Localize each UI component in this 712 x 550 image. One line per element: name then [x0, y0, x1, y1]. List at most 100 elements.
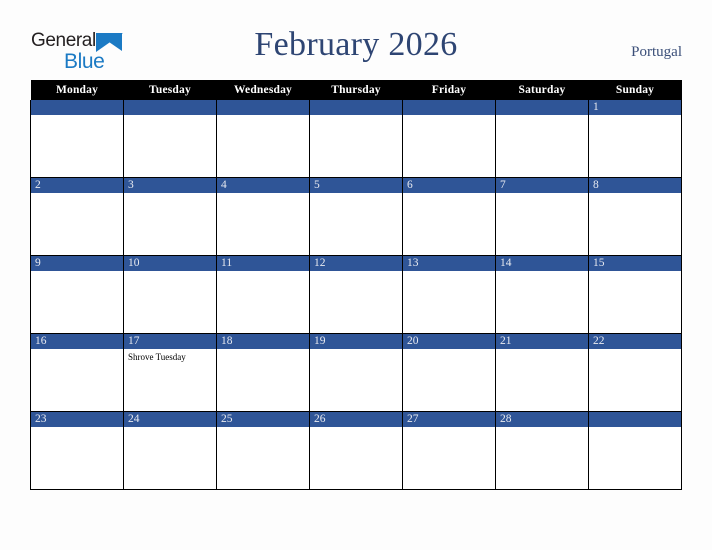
day-events — [217, 115, 309, 118]
day-events — [31, 427, 123, 430]
day-cell[interactable] — [123, 100, 217, 178]
day-cell[interactable]: 2 — [30, 177, 124, 256]
day-cell[interactable]: 21 — [495, 333, 589, 412]
day-number: 21 — [496, 334, 588, 349]
day-events — [310, 193, 402, 196]
day-cell[interactable]: 14 — [495, 255, 589, 334]
day-events — [310, 115, 402, 118]
day-cell[interactable]: 19 — [309, 333, 403, 412]
day-events — [403, 271, 495, 274]
day-cell[interactable]: 8 — [588, 177, 682, 256]
day-events — [31, 349, 123, 352]
day-events — [496, 349, 588, 352]
day-number — [496, 100, 588, 115]
day-events — [310, 271, 402, 274]
day-cell[interactable] — [588, 411, 682, 490]
event-label: Shrove Tuesday — [128, 352, 186, 362]
day-events — [310, 427, 402, 430]
day-events — [403, 115, 495, 118]
calendar-page: General Blue February 2026 Portugal Mond… — [0, 0, 712, 550]
day-events — [217, 349, 309, 352]
day-events — [217, 193, 309, 196]
calendar-week-row: 2 3 4 5 6 7 8 — [30, 177, 682, 256]
day-cell[interactable]: 13 — [402, 255, 496, 334]
day-cell[interactable]: 27 — [402, 411, 496, 490]
day-cell[interactable]: 17 Shrove Tuesday — [123, 333, 217, 412]
day-number: 4 — [217, 178, 309, 193]
weekday-header-thursday: Thursday — [309, 80, 403, 100]
day-cell[interactable]: 23 — [30, 411, 124, 490]
weekday-header-wednesday: Wednesday — [216, 80, 310, 100]
day-number: 20 — [403, 334, 495, 349]
day-events — [124, 271, 216, 274]
day-cell[interactable]: 18 — [216, 333, 310, 412]
day-number: 17 — [124, 334, 216, 349]
day-events — [496, 271, 588, 274]
day-number — [403, 100, 495, 115]
day-cell[interactable]: 12 — [309, 255, 403, 334]
day-number: 18 — [217, 334, 309, 349]
day-cell[interactable]: 3 — [123, 177, 217, 256]
page-header: General Blue February 2026 Portugal — [0, 0, 712, 80]
day-number: 15 — [589, 256, 681, 271]
day-number: 23 — [31, 412, 123, 427]
day-events — [496, 193, 588, 196]
day-events — [589, 271, 681, 274]
day-cell[interactable] — [216, 100, 310, 178]
day-number: 6 — [403, 178, 495, 193]
day-number: 19 — [310, 334, 402, 349]
day-number: 27 — [403, 412, 495, 427]
day-cell[interactable]: 24 — [123, 411, 217, 490]
day-cell[interactable]: 11 — [216, 255, 310, 334]
day-cell[interactable]: 16 — [30, 333, 124, 412]
country-label: Portugal — [631, 44, 682, 60]
day-events — [403, 349, 495, 352]
day-cell[interactable]: 26 — [309, 411, 403, 490]
day-events — [124, 427, 216, 430]
day-cell[interactable]: 22 — [588, 333, 682, 412]
weekday-header-row: Monday Tuesday Wednesday Thursday Friday… — [30, 80, 682, 100]
day-number — [31, 100, 123, 115]
day-cell[interactable]: 25 — [216, 411, 310, 490]
day-cell[interactable]: 6 — [402, 177, 496, 256]
day-number — [310, 100, 402, 115]
day-cell[interactable] — [402, 100, 496, 178]
weekday-header-sunday: Sunday — [588, 80, 682, 100]
day-events — [403, 193, 495, 196]
day-number: 10 — [124, 256, 216, 271]
day-cell[interactable]: 9 — [30, 255, 124, 334]
day-cell[interactable]: 15 — [588, 255, 682, 334]
day-cell[interactable]: 4 — [216, 177, 310, 256]
day-events — [310, 349, 402, 352]
day-number: 12 — [310, 256, 402, 271]
day-events — [31, 115, 123, 118]
day-events — [589, 193, 681, 196]
day-cell[interactable] — [309, 100, 403, 178]
day-cell[interactable]: 1 — [588, 100, 682, 178]
day-cell[interactable]: 5 — [309, 177, 403, 256]
day-cell[interactable] — [495, 100, 589, 178]
day-events — [31, 193, 123, 196]
calendar-week-row: 23 24 25 26 27 28 — [30, 411, 682, 490]
day-events — [217, 427, 309, 430]
day-cell[interactable]: 20 — [402, 333, 496, 412]
day-events — [589, 115, 681, 118]
day-events — [124, 115, 216, 118]
calendar-week-row: 16 17 Shrove Tuesday 18 19 20 21 22 — [30, 333, 682, 412]
day-events — [496, 427, 588, 430]
day-cell[interactable]: 28 — [495, 411, 589, 490]
weekday-header-monday: Monday — [30, 80, 124, 100]
day-number: 5 — [310, 178, 402, 193]
day-number — [217, 100, 309, 115]
day-events — [403, 427, 495, 430]
day-number: 8 — [589, 178, 681, 193]
day-number: 2 — [31, 178, 123, 193]
day-cell[interactable]: 7 — [495, 177, 589, 256]
day-number: 28 — [496, 412, 588, 427]
day-number: 11 — [217, 256, 309, 271]
day-number: 13 — [403, 256, 495, 271]
day-number: 7 — [496, 178, 588, 193]
day-cell[interactable] — [30, 100, 124, 178]
day-cell[interactable]: 10 — [123, 255, 217, 334]
day-number: 16 — [31, 334, 123, 349]
